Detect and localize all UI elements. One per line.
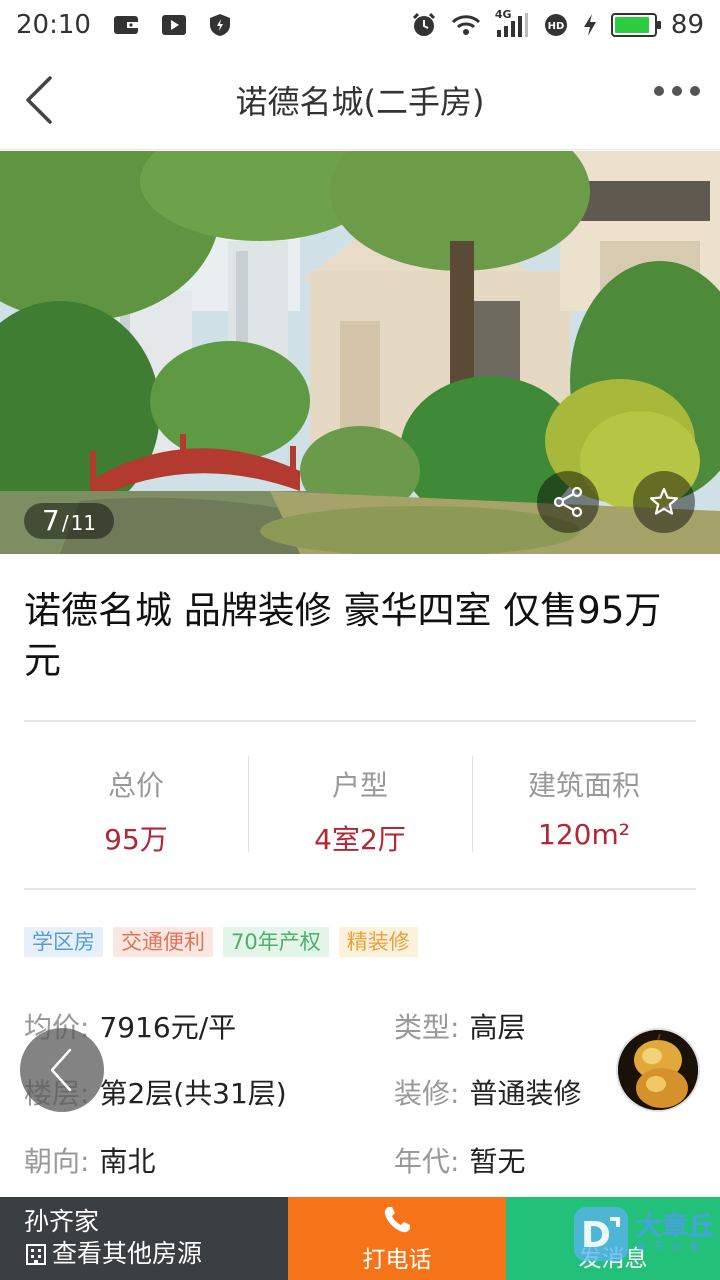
listing-title: 诺德名城 品牌装修 豪华四室 仅售95万元 xyxy=(24,589,662,682)
message-button[interactable]: 发消息 D 大章丘 每天必看 xyxy=(506,1197,720,1280)
fruit-avatar-image xyxy=(618,1030,698,1110)
detail-key: 年代: xyxy=(394,1145,460,1178)
photo-current: 7 xyxy=(42,504,60,537)
status-bar: 20:10 4G HD 89 xyxy=(0,0,720,50)
detail-key: 装修: xyxy=(394,1077,460,1110)
agent-panel[interactable]: 孙齐家 查看其他房源 xyxy=(0,1197,288,1280)
floating-avatar[interactable] xyxy=(616,1028,700,1112)
watermark-letter: D xyxy=(581,1215,611,1256)
play-store-icon xyxy=(161,14,187,36)
divider xyxy=(24,720,696,722)
wifi-icon xyxy=(451,13,481,37)
phone-icon xyxy=(384,1206,410,1232)
detail-decoration: 装修: 普通装修 xyxy=(394,1072,581,1112)
detail-type: 类型: 高层 xyxy=(394,1006,525,1046)
more-icon[interactable] xyxy=(654,86,700,96)
shield-icon xyxy=(209,13,231,37)
other-listings-link[interactable]: 查看其他房源 xyxy=(24,1237,288,1271)
agent-name: 孙齐家 xyxy=(24,1207,100,1236)
chevron-left-icon xyxy=(50,1048,72,1092)
watermark-d-icon: D xyxy=(573,1207,628,1261)
call-button[interactable]: 打电话 xyxy=(288,1197,506,1280)
stat-value: 95万 xyxy=(104,823,168,856)
building-icon xyxy=(26,1244,46,1265)
other-listings-label: 查看其他房源 xyxy=(52,1239,203,1268)
detail-key: 朝向: xyxy=(24,1145,90,1178)
divider xyxy=(24,888,696,890)
watermark-main: 大章丘 xyxy=(635,1212,714,1242)
stat-label: 总价 xyxy=(107,769,164,802)
detail-value: 普通装修 xyxy=(469,1077,582,1110)
stat-label: 建筑面积 xyxy=(527,769,640,802)
share-icon xyxy=(553,486,583,518)
status-time: 20:10 xyxy=(16,10,91,40)
photo-total: 11 xyxy=(70,511,97,535)
stat-area: 建筑面积 120m² xyxy=(472,756,696,854)
detail-value: 7916元/平 xyxy=(99,1011,237,1044)
photo-separator: / xyxy=(61,511,69,535)
detail-value: 高层 xyxy=(469,1011,526,1044)
tag-fine-decoration: 精装修 xyxy=(338,927,418,957)
key-stats: 总价 95万 户型 4室2厅 建筑面积 120m² xyxy=(24,756,696,856)
call-label: 打电话 xyxy=(362,1246,432,1273)
charging-icon xyxy=(583,13,597,37)
stat-layout: 户型 4室2厅 xyxy=(248,756,472,856)
star-icon xyxy=(649,487,679,515)
detail-value: 暂无 xyxy=(469,1145,526,1178)
watermark-logo: D 大章丘 每天必看 xyxy=(572,1205,714,1263)
alarm-icon xyxy=(411,12,437,38)
battery-level: 89 xyxy=(670,10,704,40)
feature-tags: 学区房 交通便利 70年产权 精装修 xyxy=(24,927,418,957)
svg-text:HD: HD xyxy=(548,21,565,32)
hd-voice-icon: HD xyxy=(543,12,569,38)
wallet-icon xyxy=(113,14,139,36)
watermark-text: 大章丘 每天必看 xyxy=(636,1213,714,1255)
back-icon[interactable] xyxy=(18,72,74,128)
nav-bar: 诺德名城(二手房) xyxy=(0,50,720,150)
stat-value: 120m² xyxy=(538,818,630,851)
share-button[interactable] xyxy=(537,471,599,533)
page-title: 诺德名城(二手房) xyxy=(235,82,485,121)
floating-back-button[interactable] xyxy=(20,1028,104,1112)
signal-icon: 4G xyxy=(495,8,529,38)
tag-transport: 交通便利 xyxy=(113,927,213,957)
bottom-action-bar: 孙齐家 查看其他房源 打电话 发消息 D 大章丘 每天必看 xyxy=(0,1197,720,1280)
battery-icon xyxy=(610,13,661,37)
house-photo-image xyxy=(0,151,720,554)
tag-property-rights: 70年产权 xyxy=(223,927,329,957)
detail-orientation: 朝向: 南北 xyxy=(24,1140,155,1180)
stat-total-price: 总价 95万 xyxy=(24,756,248,856)
detail-key: 类型: xyxy=(394,1011,460,1044)
detail-value: 南北 xyxy=(99,1145,156,1178)
stat-label: 户型 xyxy=(331,769,388,802)
stat-value: 4室2厅 xyxy=(314,823,406,856)
detail-value: 第2层(共31层) xyxy=(99,1077,287,1110)
photo-counter: 7 / 11 xyxy=(24,503,115,539)
listing-photo[interactable] xyxy=(0,151,720,554)
tag-school-district: 学区房 xyxy=(24,927,103,957)
detail-year: 年代: 暂无 xyxy=(394,1140,525,1180)
watermark-sub: 每天必看 xyxy=(635,1242,708,1253)
network-type: 4G xyxy=(494,8,512,21)
favorite-button[interactable] xyxy=(633,471,695,533)
